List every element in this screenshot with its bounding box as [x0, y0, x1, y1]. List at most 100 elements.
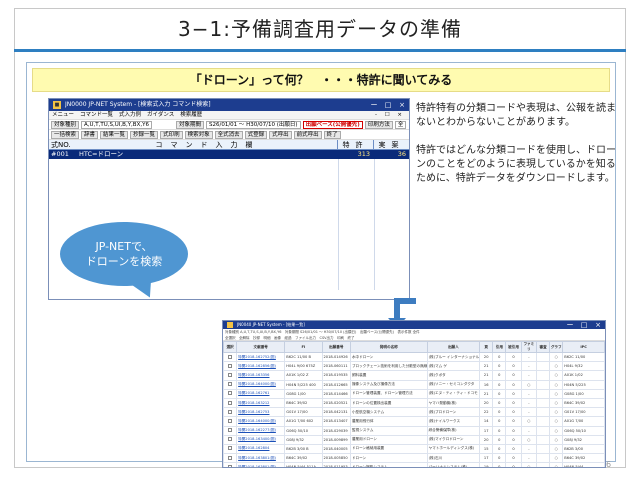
- column-header-application-number[interactable]: 出願番号: [321, 341, 351, 353]
- cell-select[interactable]: [223, 361, 238, 372]
- column-header-doc-number[interactable]: 文献番号: [236, 341, 286, 353]
- mdi-window-controls[interactable]: - ☐ ×: [375, 111, 409, 119]
- close-icon[interactable]: ×: [591, 321, 605, 329]
- column-header-ipc[interactable]: IPC: [562, 341, 605, 353]
- column-header-select[interactable]: 選択: [223, 341, 238, 353]
- cell-select[interactable]: [223, 379, 238, 390]
- checkbox-icon[interactable]: [228, 363, 233, 368]
- results-list-button[interactable]: 結果一覧: [100, 130, 129, 139]
- cell-select[interactable]: [223, 351, 238, 363]
- table-row[interactable]: 特開2018-162761 G08G 1/00 2018-014466 ドローン管理装…: [223, 388, 605, 399]
- cell-family[interactable]: ○: [520, 379, 538, 390]
- load-query-button[interactable]: 式呼出: [269, 130, 292, 139]
- cell-select[interactable]: [223, 425, 238, 436]
- cell-graph[interactable]: ○: [549, 462, 564, 467]
- cell-graph[interactable]: ○: [549, 379, 564, 390]
- results-titlebar[interactable]: JN0040 JP-NET System - [結果一覧] ー □ ×: [223, 321, 605, 329]
- source-badge[interactable]: 出願ベース(公開優先): [302, 120, 363, 129]
- cell-family[interactable]: -: [520, 370, 538, 381]
- menu-item-guidance[interactable]: ガイダンス: [147, 111, 174, 119]
- checkbox-icon[interactable]: [228, 372, 233, 377]
- query-command-input[interactable]: HTC=ドローン: [79, 150, 337, 159]
- cell-doc-number[interactable]: 特開2018-163212: [236, 397, 286, 409]
- cell-graph[interactable]: ○: [549, 361, 564, 372]
- type-value[interactable]: A,U,T,TU,S,UI,B,Y,BX,Y6: [81, 120, 152, 129]
- column-header-invention-title[interactable]: 発明の名称: [349, 341, 428, 353]
- checkbox-icon[interactable]: [228, 391, 233, 396]
- cell-select[interactable]: [223, 434, 238, 445]
- table-row[interactable]: 特開2018-164000(図) H04N 5/225 400 2018-01266…: [223, 379, 605, 390]
- cell-family[interactable]: ○: [520, 416, 538, 427]
- table-row[interactable]: 特開2018-162856(図) H04L 9/00 675Z 2018-06011…: [223, 361, 605, 372]
- cell-graph[interactable]: ○: [549, 388, 564, 399]
- column-header-applicant[interactable]: 出願人: [426, 341, 481, 353]
- table-row[interactable]: 特開2018-163801(図) H04N 5/44 511A 2018-01195…: [223, 462, 605, 467]
- maximize-icon[interactable]: □: [381, 99, 395, 111]
- cell-family[interactable]: -: [520, 351, 538, 363]
- abstract-list-button[interactable]: 抄録一覧: [130, 130, 159, 139]
- batch-search-button[interactable]: 一括検索: [51, 130, 80, 139]
- checkbox-icon[interactable]: [228, 437, 233, 442]
- cell-graph[interactable]: ○: [549, 434, 564, 445]
- clear-all-button[interactable]: 全式消去: [214, 130, 243, 139]
- cell-select[interactable]: [223, 388, 238, 399]
- column-header-cited-by[interactable]: 被引用: [505, 341, 522, 353]
- cell-graph[interactable]: ○: [549, 397, 564, 409]
- table-row[interactable]: 特開2018-163356 A01K 1/02 Z 2018-019535 飼料装置(…: [223, 370, 605, 381]
- minimize-icon[interactable]: ー: [367, 99, 381, 111]
- command-row[interactable]: #001 HTC=ドローン 313 36: [49, 150, 409, 159]
- print-query-button[interactable]: 式印刷: [160, 130, 183, 139]
- window-titlebar[interactable]: ■ JN0000 JP-NET System - [検索式入力 コマンド検索] …: [49, 99, 409, 111]
- menu-item-examples[interactable]: 式入力例: [119, 111, 141, 119]
- cell-doc-number[interactable]: 特開2018-162753: [236, 407, 286, 418]
- column-header-examination[interactable]: 審査: [536, 341, 551, 353]
- cell-doc-number[interactable]: 特開2018-163801(図): [236, 453, 286, 464]
- cell-family[interactable]: ○: [520, 462, 538, 467]
- cell-select[interactable]: [223, 407, 238, 418]
- print-method-button[interactable]: 印刷方法: [364, 120, 393, 129]
- cell-doc-number[interactable]: 特開2018-162856(図): [236, 361, 286, 372]
- cell-select[interactable]: [223, 397, 238, 409]
- checkbox-icon[interactable]: [228, 428, 233, 433]
- cell-doc-number[interactable]: 特開2018-163801(図): [236, 462, 286, 467]
- cell-family[interactable]: -: [520, 425, 538, 436]
- table-row[interactable]: 特開2018-162804 B62B 3/00 B 2018-040005 ドローン格…: [223, 443, 605, 455]
- menu-item-history[interactable]: 検索履歴: [180, 111, 202, 119]
- column-header-citations[interactable]: 引用: [492, 341, 507, 353]
- cell-doc-number[interactable]: 特開2018-162752(図): [236, 351, 286, 363]
- cell-doc-number[interactable]: 特開2018-164000(図): [236, 379, 286, 390]
- table-row[interactable]: 特開2018-163400(図) G08J 9/32 2018-009899 農業用ド…: [223, 434, 605, 445]
- maximize-icon[interactable]: □: [577, 321, 591, 329]
- table-row[interactable]: 特開2018-164000(図) A01G 7/00 602 2018-013407…: [223, 416, 605, 427]
- exit-button[interactable]: 終了: [323, 130, 341, 139]
- cell-select[interactable]: [223, 370, 238, 381]
- column-header-graph[interactable]: グラフ: [549, 341, 564, 353]
- cell-select[interactable]: [223, 443, 238, 455]
- cell-family[interactable]: -: [520, 407, 538, 418]
- search-target-button[interactable]: 検索対象: [184, 130, 213, 139]
- close-icon[interactable]: ×: [395, 99, 409, 111]
- checkbox-icon[interactable]: [228, 354, 233, 359]
- cell-family[interactable]: -: [520, 453, 538, 464]
- checkbox-icon[interactable]: [228, 464, 233, 467]
- menu-item-command-list[interactable]: コマンド一覧: [80, 111, 113, 119]
- cell-graph[interactable]: ○: [549, 425, 564, 436]
- cell-select[interactable]: [223, 462, 238, 467]
- minimize-icon[interactable]: ー: [563, 321, 577, 329]
- cell-graph[interactable]: ○: [549, 443, 564, 455]
- table-row[interactable]: 特開2018-163212 B64C 39/02 2018-020521 ドローンの位…: [223, 397, 605, 409]
- print-method-value[interactable]: 全: [394, 120, 407, 129]
- table-row[interactable]: 特開2018-162753 G01V 17/00 2018-042131 小型航空機シ…: [223, 407, 605, 418]
- cell-family[interactable]: -: [520, 388, 538, 399]
- dictionary-button[interactable]: 辞書: [81, 130, 99, 139]
- column-header-pages[interactable]: 頁: [479, 341, 494, 353]
- checkbox-icon[interactable]: [228, 382, 233, 387]
- cell-graph[interactable]: ○: [549, 416, 564, 427]
- cell-family[interactable]: -: [520, 361, 538, 372]
- cell-doc-number[interactable]: 特開2018-162761: [236, 388, 286, 399]
- cell-doc-number[interactable]: 特開2018-162804: [236, 443, 286, 455]
- menu-item-menu[interactable]: メニュー: [52, 111, 74, 119]
- cell-doc-number[interactable]: 特開2018-163356: [236, 370, 286, 381]
- cell-graph[interactable]: ○: [549, 407, 564, 418]
- cell-select[interactable]: [223, 453, 238, 464]
